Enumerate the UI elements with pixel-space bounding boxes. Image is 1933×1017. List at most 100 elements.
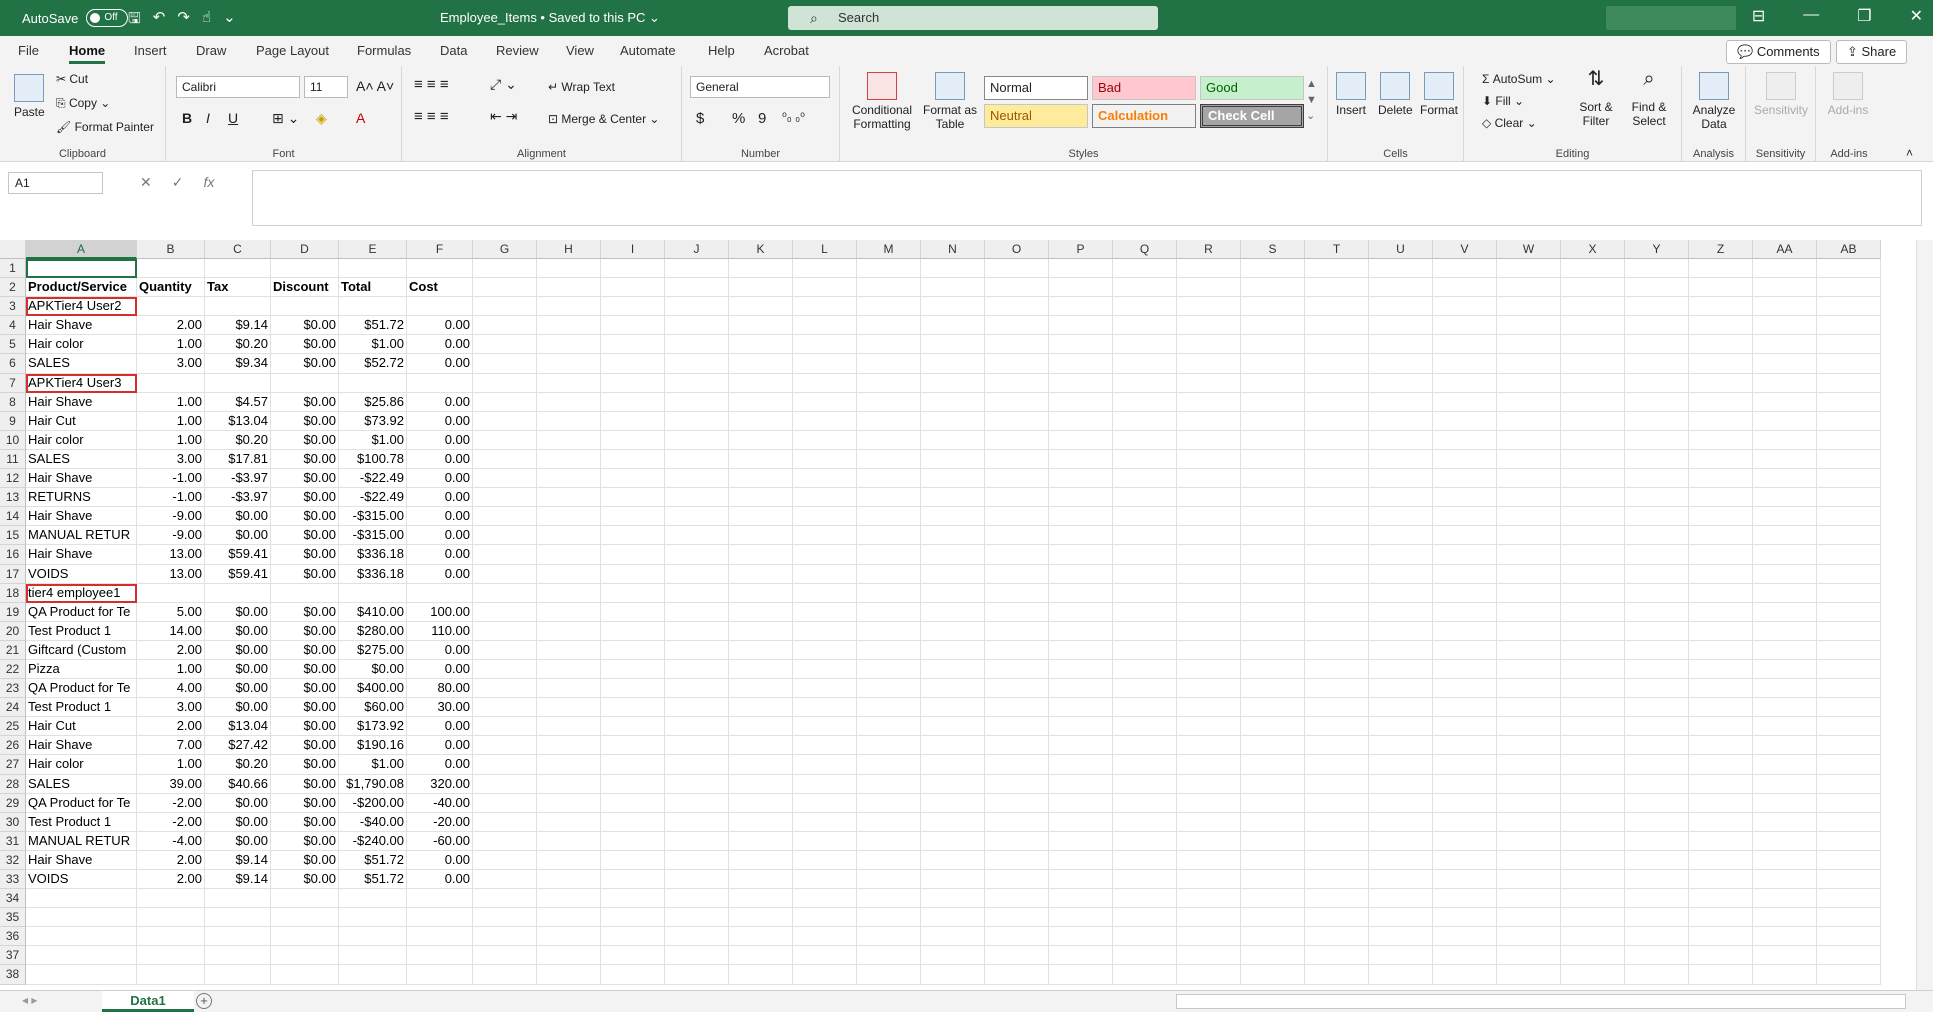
cell[interactable]: [205, 297, 271, 317]
cell[interactable]: [1753, 297, 1817, 317]
cell[interactable]: [137, 373, 205, 393]
column-header[interactable]: J: [665, 240, 729, 259]
cell[interactable]: [1049, 430, 1113, 450]
cell[interactable]: [921, 259, 985, 279]
column-header[interactable]: Y: [1625, 240, 1689, 259]
cell[interactable]: [985, 889, 1049, 909]
column-header[interactable]: T: [1305, 240, 1369, 259]
cell[interactable]: [1497, 927, 1561, 947]
cell[interactable]: [1305, 335, 1369, 355]
cell[interactable]: [985, 927, 1049, 947]
cell[interactable]: [1497, 392, 1561, 412]
cell[interactable]: [665, 335, 729, 355]
cell[interactable]: [665, 526, 729, 546]
cell[interactable]: [1753, 583, 1817, 603]
cell[interactable]: [537, 449, 601, 470]
cell[interactable]: [1753, 526, 1817, 546]
cell[interactable]: [537, 469, 601, 489]
cell[interactable]: [985, 335, 1049, 355]
cell[interactable]: [729, 889, 793, 909]
cell[interactable]: [1561, 354, 1625, 374]
cell[interactable]: [1497, 793, 1561, 813]
cell[interactable]: $0.00: [205, 812, 271, 832]
column-header[interactable]: W: [1497, 240, 1561, 259]
cell[interactable]: [921, 583, 985, 603]
cell[interactable]: [1113, 850, 1177, 870]
cell[interactable]: [1625, 812, 1689, 832]
cell[interactable]: [1625, 965, 1689, 985]
cell[interactable]: [1497, 736, 1561, 756]
share-button[interactable]: ⇪ Share: [1836, 40, 1908, 64]
cell[interactable]: [793, 449, 857, 470]
row-header[interactable]: 17: [0, 564, 26, 584]
cell[interactable]: $25.86: [339, 392, 407, 412]
cell[interactable]: [1561, 793, 1625, 813]
cell[interactable]: [473, 430, 537, 450]
cell[interactable]: [729, 908, 793, 928]
cell[interactable]: Discount: [271, 278, 339, 298]
cell[interactable]: [1689, 908, 1753, 928]
cell[interactable]: [1817, 812, 1881, 832]
cell[interactable]: $0.00: [271, 449, 339, 470]
formula-input[interactable]: [252, 170, 1922, 226]
cell[interactable]: [985, 602, 1049, 622]
cell[interactable]: [1177, 946, 1241, 966]
cell[interactable]: MANUAL RETUR: [26, 526, 137, 546]
cell[interactable]: -20.00: [407, 812, 473, 832]
cell[interactable]: [857, 679, 921, 699]
cell[interactable]: [921, 831, 985, 851]
cell[interactable]: [1561, 774, 1625, 794]
cancel-icon[interactable]: ✕: [140, 174, 152, 191]
cell[interactable]: [407, 965, 473, 985]
cell[interactable]: [1625, 545, 1689, 565]
cell[interactable]: [1817, 526, 1881, 546]
cell[interactable]: [1177, 889, 1241, 909]
cell[interactable]: [339, 259, 407, 279]
cell[interactable]: [1177, 908, 1241, 928]
cell[interactable]: [1561, 278, 1625, 298]
cell[interactable]: [921, 870, 985, 890]
cell[interactable]: [1305, 659, 1369, 680]
cell[interactable]: [1561, 316, 1625, 336]
cell[interactable]: [985, 545, 1049, 565]
cell[interactable]: [473, 774, 537, 794]
cell[interactable]: [137, 965, 205, 985]
cell[interactable]: [1113, 602, 1177, 622]
cell[interactable]: [1433, 908, 1497, 928]
cell[interactable]: [271, 965, 339, 985]
cell[interactable]: [1113, 812, 1177, 832]
cell[interactable]: [665, 698, 729, 718]
cell[interactable]: [1497, 411, 1561, 431]
column-header[interactable]: D: [271, 240, 339, 259]
cell[interactable]: [339, 908, 407, 928]
restore-icon[interactable]: ❐: [1857, 6, 1871, 26]
cell[interactable]: [1177, 850, 1241, 870]
cell[interactable]: [339, 889, 407, 909]
cell[interactable]: [985, 297, 1049, 317]
cell[interactable]: QA Product for Te: [26, 602, 137, 622]
column-header[interactable]: K: [729, 240, 793, 259]
cell[interactable]: [1753, 449, 1817, 470]
cell[interactable]: [1561, 469, 1625, 489]
cell[interactable]: $9.14: [205, 870, 271, 890]
cell[interactable]: [1369, 526, 1433, 546]
cell[interactable]: 3.00: [137, 449, 205, 470]
cell[interactable]: [601, 583, 665, 603]
cell[interactable]: [1497, 297, 1561, 317]
cell[interactable]: [985, 793, 1049, 813]
cell[interactable]: [1369, 946, 1433, 966]
cell[interactable]: [1177, 335, 1241, 355]
cell[interactable]: [1497, 526, 1561, 546]
cell[interactable]: [1689, 564, 1753, 584]
cell[interactable]: [665, 870, 729, 890]
cell[interactable]: 7.00: [137, 736, 205, 756]
cell[interactable]: $0.00: [205, 659, 271, 680]
cell[interactable]: [1113, 411, 1177, 431]
cell[interactable]: $0.00: [271, 736, 339, 756]
cell[interactable]: [857, 297, 921, 317]
cell[interactable]: [537, 507, 601, 527]
cell[interactable]: $13.04: [205, 411, 271, 431]
cell[interactable]: [1497, 698, 1561, 718]
cell[interactable]: $0.00: [271, 430, 339, 450]
cell[interactable]: [1689, 354, 1753, 374]
